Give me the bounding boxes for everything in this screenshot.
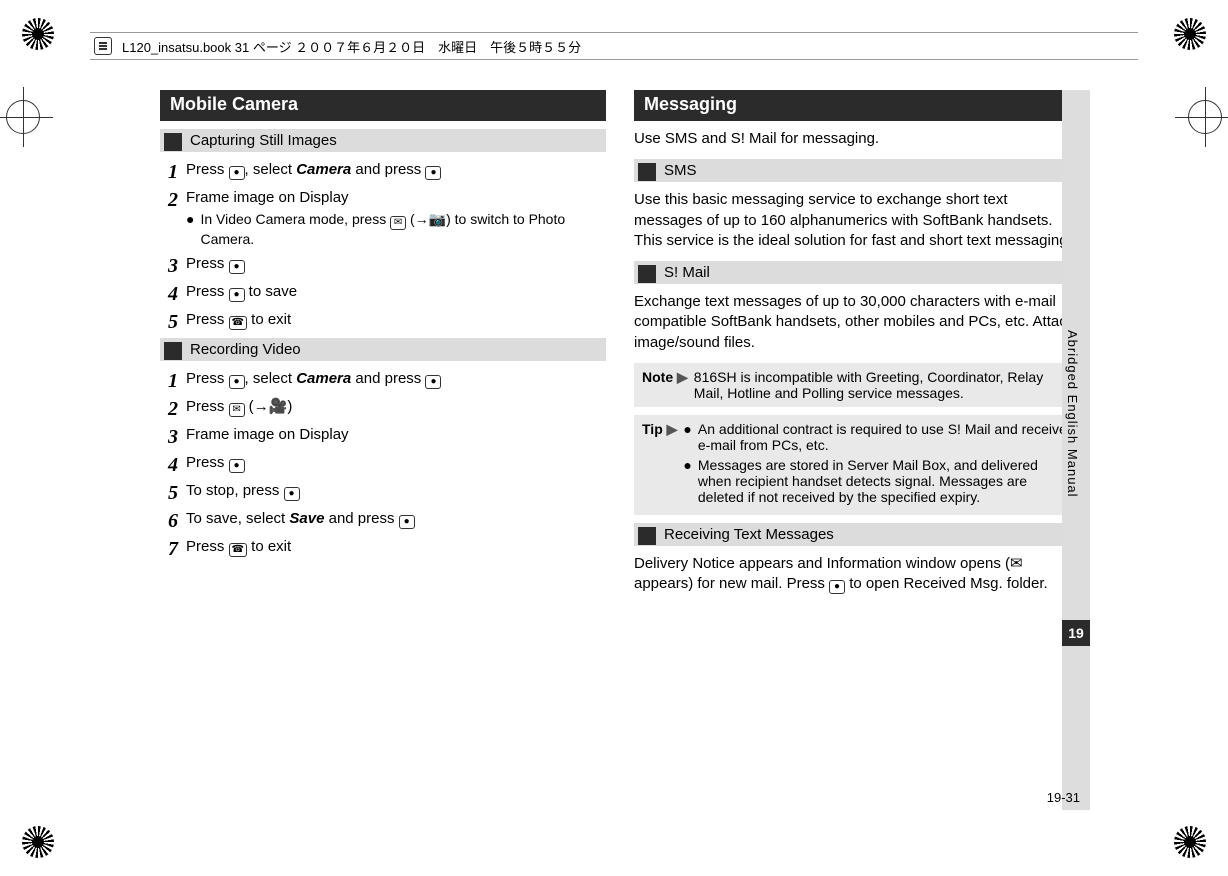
- center-button-icon: ●: [229, 375, 245, 389]
- center-button-icon: ●: [229, 166, 245, 180]
- center-button-icon: ●: [284, 487, 300, 501]
- center-button-icon: ●: [229, 459, 245, 473]
- messaging-intro: Use SMS and S! Mail for messaging.: [634, 129, 1080, 149]
- subsection-capturing-still: Capturing Still Images: [160, 129, 606, 152]
- step-1: 1 Press ●, select Camera and press ●: [160, 369, 606, 391]
- tip-box: Tip ▶ ●An additional contract is require…: [634, 415, 1080, 515]
- step-number: 6: [160, 509, 178, 531]
- arrow-icon: ▶: [667, 421, 678, 437]
- step-number: 2: [160, 188, 178, 210]
- center-button-icon: ●: [229, 288, 245, 302]
- bullet-icon: ●: [186, 210, 194, 248]
- bullet-icon: ●: [683, 421, 691, 453]
- smail-body: Exchange text messages of up to 30,000 c…: [634, 292, 1080, 353]
- section-mobile-camera: Mobile Camera: [160, 90, 606, 121]
- center-button-icon: ●: [229, 260, 245, 274]
- center-button-icon: ●: [399, 515, 415, 529]
- receiving-body: Delivery Notice appears and Information …: [634, 554, 1080, 595]
- crop-mark-icon: [1174, 18, 1206, 50]
- chapter-number-tab: 19: [1062, 620, 1090, 646]
- step-4: 4 Press ● to save: [160, 282, 606, 304]
- step-number: 5: [160, 481, 178, 503]
- right-column: Messaging Use SMS and S! Mail for messag…: [634, 90, 1080, 810]
- crop-mark-icon: [22, 826, 54, 858]
- step-1: 1 Press ●, select Camera and press ●: [160, 160, 606, 182]
- page-number: 19-31: [1047, 790, 1080, 805]
- step-3: 3 Press ●: [160, 254, 606, 276]
- photo-mode-icon: →📷: [415, 211, 446, 227]
- section-messaging: Messaging: [634, 90, 1080, 121]
- step-2: 2 Frame image on Display ● In Video Came…: [160, 188, 606, 248]
- step-number: 3: [160, 425, 178, 447]
- step-5: 5 To stop, press ●: [160, 481, 606, 503]
- step-number: 2: [160, 397, 178, 419]
- left-column: Mobile Camera Capturing Still Images 1 P…: [160, 90, 606, 810]
- step-number: 3: [160, 254, 178, 276]
- step-number: 1: [160, 369, 178, 391]
- step-5: 5 Press ☎ to exit: [160, 310, 606, 332]
- bullet-icon: ●: [683, 457, 691, 505]
- page-content: Mobile Camera Capturing Still Images 1 P…: [160, 90, 1080, 810]
- registration-mark-icon: [6, 100, 40, 134]
- step-number: 7: [160, 537, 178, 559]
- step-7: 7 Press ☎ to exit: [160, 537, 606, 559]
- step-number: 4: [160, 453, 178, 475]
- end-button-icon: ☎: [229, 316, 247, 330]
- crop-mark-icon: [22, 18, 54, 50]
- step-4: 4 Press ●: [160, 453, 606, 475]
- subsection-smail: S! Mail: [634, 261, 1080, 284]
- note-box: Note ▶ 816SH is incompatible with Greeti…: [634, 363, 1080, 407]
- mail-button-icon: ✉: [229, 403, 245, 417]
- header-filename: L120_insatsu.book 31 ページ ２００７年６月２０日 水曜日 …: [122, 37, 581, 56]
- subsection-receiving: Receiving Text Messages: [634, 523, 1080, 546]
- step-3: 3 Frame image on Display: [160, 425, 606, 447]
- step-number: 4: [160, 282, 178, 304]
- book-icon: [94, 37, 112, 55]
- subsection-recording-video: Recording Video: [160, 338, 606, 361]
- step-2: 2 Press ✉ (→🎥): [160, 397, 606, 419]
- video-mode-icon: →🎥: [254, 398, 288, 415]
- mail-button-icon: ✉: [390, 216, 406, 230]
- crop-mark-icon: [1174, 826, 1206, 858]
- step-number: 1: [160, 160, 178, 182]
- envelope-icon: ✉: [1010, 555, 1023, 572]
- registration-mark-icon: [1188, 100, 1222, 134]
- subsection-sms: SMS: [634, 159, 1080, 182]
- center-button-icon: ●: [425, 375, 441, 389]
- sms-body: Use this basic messaging service to exch…: [634, 190, 1080, 251]
- step-6: 6 To save, select Save and press ●: [160, 509, 606, 531]
- arrow-icon: ▶: [677, 369, 688, 385]
- side-label: Abridged English Manual: [1065, 330, 1080, 498]
- center-button-icon: ●: [829, 580, 845, 594]
- step-number: 5: [160, 310, 178, 332]
- note-body: 816SH is incompatible with Greeting, Coo…: [694, 369, 1072, 401]
- center-button-icon: ●: [425, 166, 441, 180]
- print-header: L120_insatsu.book 31 ページ ２００７年６月２０日 水曜日 …: [90, 32, 1138, 60]
- end-button-icon: ☎: [229, 543, 247, 557]
